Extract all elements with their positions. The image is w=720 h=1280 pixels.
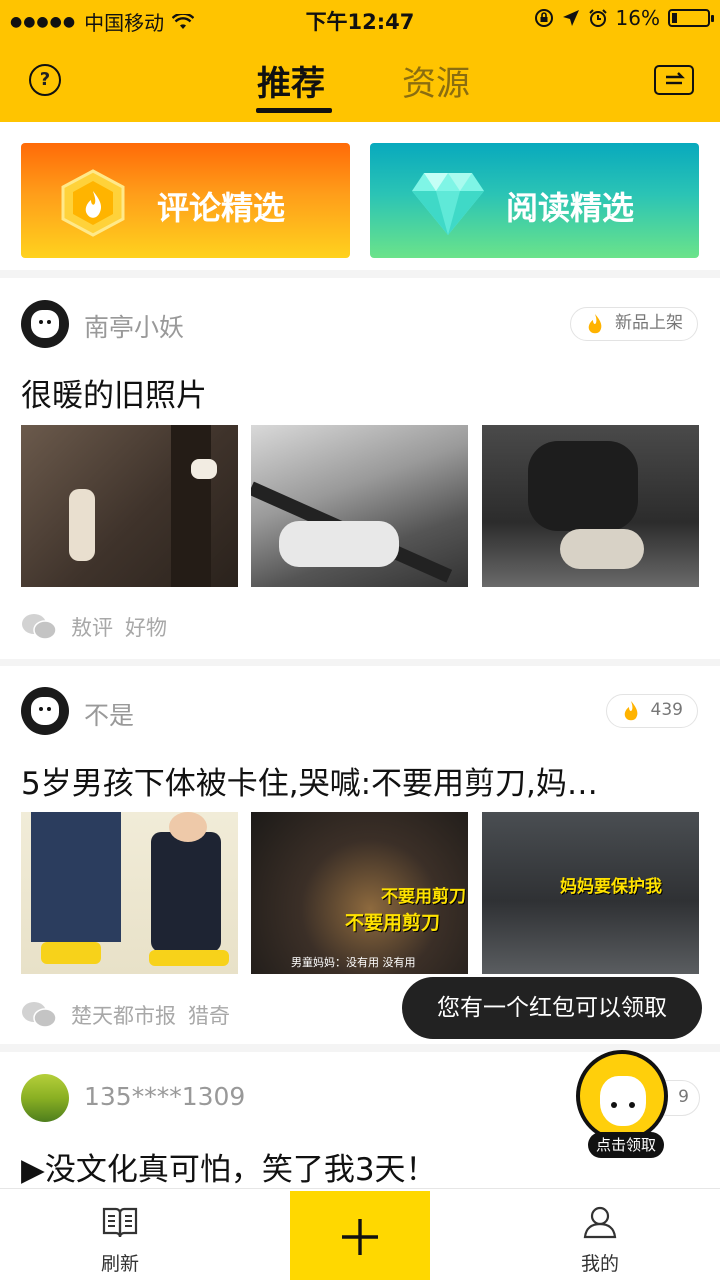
post-source: 楚天都市报 猎奇 [21,1000,230,1030]
claim-label: 点击领取 [588,1132,664,1158]
diamond-icon [412,173,484,235]
switch-arrows-icon [666,72,685,85]
badge-label: 新品上架 [615,313,683,333]
battery-percent: 16% [615,6,660,30]
post-thumbnail[interactable]: 妈妈要保护我 [482,812,699,974]
location-icon [562,10,579,26]
user-icon [583,1206,617,1239]
bottom-nav: 刷新 我的 [0,1188,720,1280]
wechat-icon [22,1002,57,1028]
video-caption: 不要用剪刀 [345,912,441,934]
rotation-lock-icon [534,9,553,27]
avatar[interactable] [21,1074,69,1122]
reading-picks-label: 阅读精选 [506,189,635,227]
wechat-icon [22,614,57,640]
nav-refresh[interactable]: 刷新 [60,1189,180,1280]
post-thumbnail[interactable] [482,425,699,587]
help-button[interactable]: ? [29,64,61,96]
flame-icon [588,314,602,334]
post-title[interactable]: ▶没文化真可怕，笑了我3天！ [21,1144,437,1189]
reading-picks-card[interactable]: 阅读精选 [370,143,699,258]
source-category: 猎奇 [188,1004,230,1028]
post-author[interactable]: 135****1309 [84,1082,245,1111]
tab-recommend[interactable]: 推荐 [257,56,325,105]
nav-refresh-label: 刷新 [100,1253,139,1275]
switch-button[interactable] [654,65,694,95]
status-bar: ●●●●● 中国移动 下午12:47 16% [0,0,720,38]
post-title[interactable]: 很暖的旧照片 [21,370,207,415]
source-category: 好物 [125,616,167,640]
hot-count: 439 [650,700,683,720]
post-author[interactable]: 不是 [84,696,134,732]
status-badge: 新品上架 [570,307,698,341]
comments-picks-card[interactable]: 评论精选 [21,143,350,258]
flame-icon [624,701,637,721]
avatar[interactable] [21,300,69,348]
alarm-icon [588,9,607,27]
featured-section: 评论精选 阅读精选 [0,122,720,270]
video-caption: 不要用剪刀 [381,887,466,907]
video-subtitle: 男童妈妈：没有用 没有用 [291,956,416,969]
feed-post[interactable]: 南亭小妖 新品上架 很暖的旧照片 敖评 好物 [0,278,720,659]
avatar[interactable] [21,687,69,735]
tab-resources[interactable]: 资源 [402,56,470,105]
battery-icon [668,9,714,27]
source-name: 敖评 [71,616,113,640]
video-caption: 妈妈要保护我 [560,877,662,897]
top-bar: ●●●●● 中国移动 下午12:47 16% ? 推荐 资源 [0,0,720,122]
source-name: 楚天都市报 [71,1004,176,1028]
post-author[interactable]: 南亭小妖 [84,308,184,344]
nav-mine-label: 我的 [580,1253,619,1275]
post-thumbnail[interactable] [21,812,238,974]
post-thumbnail[interactable]: 不要用剪刀 不要用剪刀 男童妈妈：没有用 没有用 [251,812,468,974]
mascot-face-icon [31,310,59,338]
hot-count-badge: 439 [605,694,698,728]
comments-picks-label: 评论精选 [157,189,286,227]
book-icon [102,1207,138,1238]
red-packet-toast[interactable]: 您有一个红包可以领取 [402,977,702,1039]
post-thumbnail[interactable] [21,425,238,587]
plus-icon [342,1219,378,1255]
question-circle-icon: ? [39,69,51,90]
mascot-face-icon [31,697,59,725]
red-packet-mascot-button[interactable]: 点击领取 [576,1050,668,1158]
active-tab-indicator [256,108,332,113]
post-title[interactable]: 5岁男孩下体被卡住,哭喊:不要用剪刀,妈… [21,758,598,803]
mascot-face-icon [600,1076,646,1126]
battery-fill [672,13,677,23]
nav-mine[interactable]: 我的 [540,1189,660,1280]
post-thumbnail[interactable] [251,425,468,587]
post-source: 敖评 好物 [21,612,167,642]
status-right: 16% [534,6,714,30]
add-post-button[interactable] [290,1191,430,1280]
flame-hexagon-icon [61,169,125,237]
